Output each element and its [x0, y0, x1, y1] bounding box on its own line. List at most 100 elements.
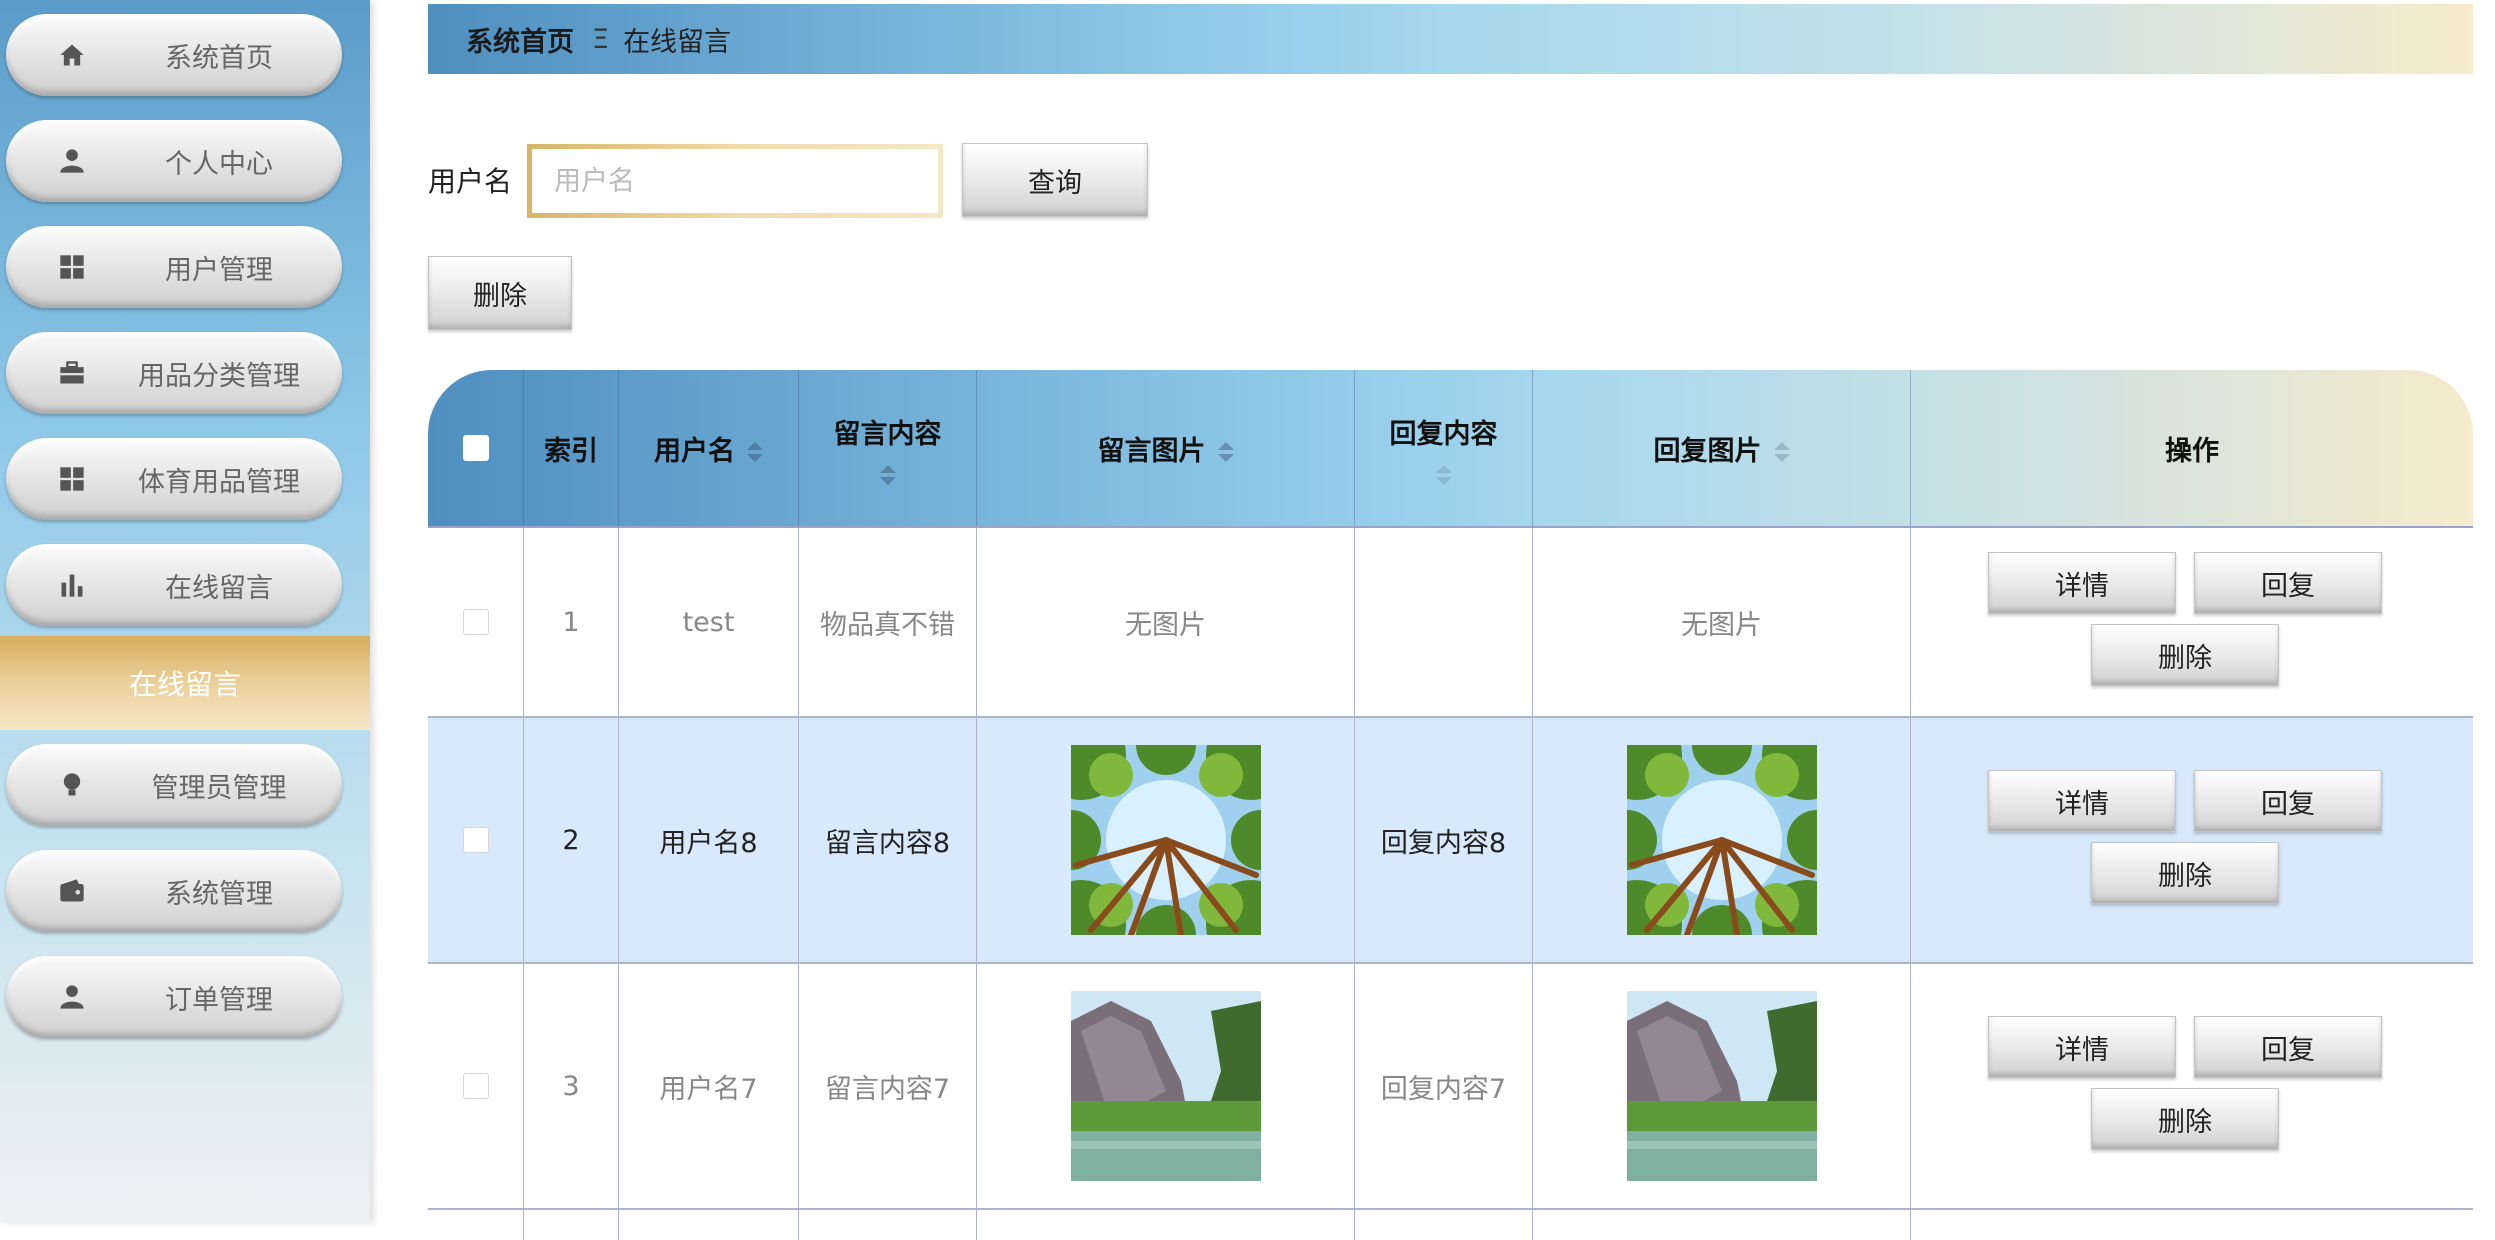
sort-icon[interactable]	[1435, 464, 1452, 485]
cell-actions	[1910, 1210, 2473, 1240]
table-header: 索引 用户名 留言内容 留言图片 回复内容 回复图片 操作	[428, 370, 2473, 528]
reply-button[interactable]: 回复	[2194, 552, 2382, 614]
breadcrumb-home-link[interactable]: 系统首页	[466, 20, 574, 59]
reply-button[interactable]: 回复	[2194, 770, 2382, 832]
header-reply-image[interactable]: 回复图片	[1532, 370, 1910, 526]
row-checkbox[interactable]	[462, 1073, 489, 1099]
cell-index	[523, 1210, 618, 1240]
cell-username: 用户名7	[618, 964, 798, 1208]
row-delete-button[interactable]: 删除	[2091, 842, 2279, 904]
sidebar: 系统首页 个人中心 用户管理 用品分类管理 体育用品管理 在线留言 在线留言 管…	[0, 0, 370, 1223]
row-select-cell	[428, 718, 523, 962]
sidebar-item-label: 订单管理	[165, 984, 273, 1016]
sidebar-item-sports-goods-management[interactable]: 体育用品管理	[6, 438, 342, 520]
cell-username	[618, 1210, 798, 1240]
sidebar-item-user-management[interactable]: 用户管理	[6, 226, 342, 308]
search-label: 用户名	[428, 165, 513, 198]
sort-icon[interactable]	[1773, 442, 1790, 462]
search-field-frame	[527, 144, 943, 218]
sidebar-item-label: 管理员管理	[151, 772, 287, 804]
briefcase-icon	[56, 357, 88, 389]
sidebar-item-order-management[interactable]: 订单管理	[6, 956, 342, 1038]
search-button[interactable]: 查询	[962, 143, 1148, 217]
cell-content: 物品真不错	[798, 528, 976, 716]
cell-content: 留言内容8	[798, 718, 976, 962]
row-checkbox[interactable]	[462, 609, 489, 635]
messages-table: 索引 用户名 留言内容 留言图片 回复内容 回复图片 操作 1 test 物品真…	[428, 370, 2473, 1240]
header-reply[interactable]: 回复内容	[1354, 370, 1532, 526]
sidebar-item-label: 系统管理	[165, 878, 273, 910]
sidebar-item-system-management[interactable]: 系统管理	[6, 850, 342, 932]
sidebar-submenu-online-messages[interactable]: 在线留言	[0, 636, 370, 730]
reply-image-thumbnail[interactable]	[1627, 991, 1817, 1181]
sidebar-item-category-management[interactable]: 用品分类管理	[6, 332, 342, 414]
sidebar-item-label: 在线留言	[165, 572, 273, 604]
row-select-cell	[428, 1210, 523, 1240]
search-input[interactable]	[532, 149, 938, 213]
cell-actions: 详情 回复 删除	[1910, 528, 2473, 716]
reply-image-thumbnail[interactable]	[1627, 745, 1817, 935]
sidebar-item-online-messages[interactable]: 在线留言	[6, 544, 342, 626]
header-reply-image-label: 回复图片	[1653, 435, 1762, 467]
reply-button[interactable]: 回复	[2194, 1016, 2382, 1078]
cell-index: 1	[523, 528, 618, 716]
header-actions: 操作	[1910, 370, 2473, 526]
grid-icon	[56, 251, 88, 283]
row-delete-button[interactable]: 删除	[2091, 1088, 2279, 1150]
sort-icon[interactable]	[879, 464, 896, 485]
row-delete-button[interactable]: 删除	[2091, 624, 2279, 686]
cell-index: 2	[523, 718, 618, 962]
batch-delete-button[interactable]: 删除	[428, 256, 572, 330]
breadcrumb-separator: Ξ	[592, 23, 610, 55]
cell-username: test	[618, 528, 798, 716]
header-index: 索引	[523, 370, 618, 526]
cell-reply-image	[1532, 1210, 1910, 1240]
cell-reply: 回复内容7	[1354, 964, 1532, 1208]
header-reply-label: 回复内容	[1389, 418, 1498, 450]
bulb-icon	[56, 769, 88, 801]
cell-content	[798, 1210, 976, 1240]
cell-username: 用户名8	[618, 718, 798, 962]
table-row: 1 test 物品真不错 无图片 无图片 详情 回复 删除	[428, 528, 2473, 718]
table-row: 2 用户名8 留言内容8 回复内容8 详情 回复 删除	[428, 718, 2473, 964]
sidebar-item-personal-center[interactable]: 个人中心	[6, 120, 342, 202]
header-select-all[interactable]	[428, 370, 523, 526]
cell-reply	[1354, 528, 1532, 716]
header-content[interactable]: 留言内容	[798, 370, 976, 526]
user-icon	[56, 981, 88, 1013]
message-image-thumbnail[interactable]	[1071, 745, 1261, 935]
header-username[interactable]: 用户名	[618, 370, 798, 526]
detail-button[interactable]: 详情	[1988, 1016, 2176, 1078]
header-index-label: 索引	[544, 435, 598, 467]
cell-image: 无图片	[976, 528, 1354, 716]
cell-image	[976, 718, 1354, 962]
cell-reply	[1354, 1210, 1532, 1240]
sidebar-item-label: 用品分类管理	[138, 360, 300, 392]
header-actions-label: 操作	[2165, 435, 2219, 467]
sort-icon[interactable]	[747, 442, 763, 462]
row-select-cell	[428, 964, 523, 1208]
sidebar-item-label: 用户管理	[165, 254, 273, 286]
detail-button[interactable]: 详情	[1988, 770, 2176, 832]
select-all-checkbox[interactable]	[462, 435, 489, 461]
cell-actions: 详情 回复 删除	[1910, 718, 2473, 962]
sidebar-item-home[interactable]: 系统首页	[6, 14, 342, 96]
header-image[interactable]: 留言图片	[976, 370, 1354, 526]
cell-content: 留言内容7	[798, 964, 976, 1208]
message-image-thumbnail[interactable]	[1071, 991, 1261, 1181]
table-row	[428, 1210, 2473, 1240]
cell-image	[976, 1210, 1354, 1240]
breadcrumb: 系统首页 Ξ 在线留言	[428, 4, 2473, 74]
cell-actions: 详情 回复 删除	[1910, 964, 2473, 1208]
sort-icon[interactable]	[1217, 442, 1234, 462]
row-select-cell	[428, 528, 523, 716]
wallet-icon	[56, 875, 88, 907]
detail-button[interactable]: 详情	[1988, 552, 2176, 614]
header-image-label: 留言图片	[1097, 435, 1206, 467]
row-checkbox[interactable]	[462, 827, 489, 853]
cell-index: 3	[523, 964, 618, 1208]
sidebar-item-admin-management[interactable]: 管理员管理	[6, 744, 342, 826]
breadcrumb-current: 在线留言	[623, 26, 732, 58]
table-row: 3 用户名7 留言内容7 回复内容7 详情 回复 删除	[428, 964, 2473, 1210]
grid-icon	[56, 463, 88, 495]
